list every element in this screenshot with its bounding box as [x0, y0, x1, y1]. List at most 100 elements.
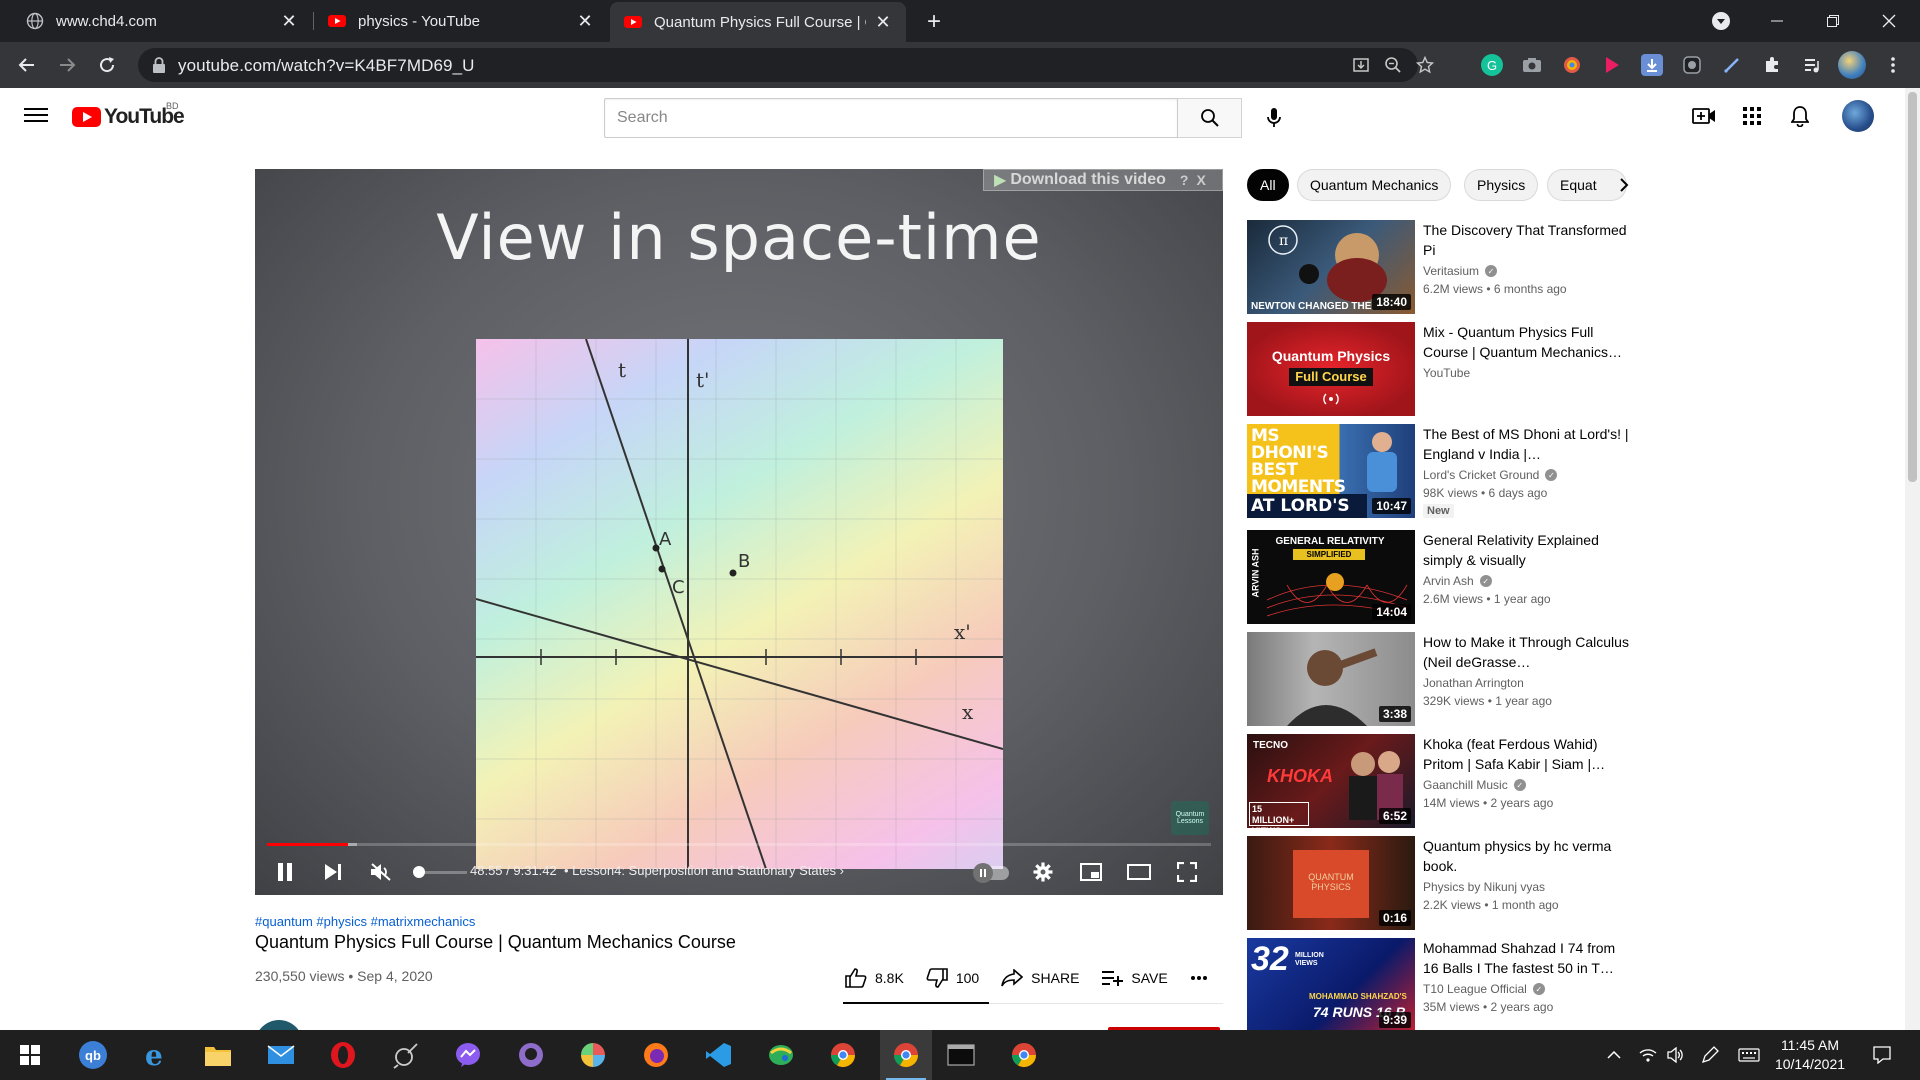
- tab-physics-youtube[interactable]: physics - YouTube ✕: [314, 0, 608, 42]
- reload-button[interactable]: [92, 50, 122, 80]
- chip-all[interactable]: All: [1247, 169, 1289, 201]
- recommendation-item[interactable]: QUANTUM PHYSICS 0:16 Quantum physics by …: [1247, 836, 1647, 930]
- save-button[interactable]: SAVE: [1101, 970, 1168, 986]
- taskbar-app-chrome-1[interactable]: [817, 1030, 869, 1080]
- recommendation-item[interactable]: TECNO KHOKA 15 MILLION+ VIEWS 6:52 Khoka…: [1247, 734, 1647, 828]
- search-input[interactable]: [605, 99, 1177, 137]
- channel-watermark[interactable]: Quantum Lessons: [1171, 801, 1209, 835]
- channel-name[interactable]: Physics by Nikunj vyas: [1423, 880, 1545, 894]
- close-window-button[interactable]: [1866, 0, 1912, 42]
- close-icon[interactable]: X: [1196, 172, 1205, 188]
- taskbar-app-chrome-2[interactable]: [880, 1030, 932, 1080]
- chip-physics[interactable]: Physics: [1464, 169, 1539, 201]
- mute-button[interactable]: [363, 849, 399, 895]
- forward-button[interactable]: [52, 50, 82, 80]
- hashtags[interactable]: #quantum #physics #matrixmechanics: [255, 914, 475, 929]
- tab-quantum-physics[interactable]: Quantum Physics Full Course | Qu ✕: [610, 2, 906, 42]
- autoplay-toggle[interactable]: [973, 863, 1009, 883]
- video-thumbnail[interactable]: Quantum Physics Full Course: [1247, 322, 1415, 416]
- profile-avatar[interactable]: [1838, 51, 1866, 79]
- extensions-puzzle-icon[interactable]: [1761, 54, 1783, 76]
- recommendation-item[interactable]: 32 MILLION VIEWS MOHAMMAD SHAHZAD'S 74 R…: [1247, 938, 1647, 1032]
- video-thumbnail[interactable]: π NEWTON CHANGED THE 18:40: [1247, 220, 1415, 314]
- channel-name[interactable]: Gaanchill Music ✓: [1423, 778, 1526, 792]
- video-title[interactable]: Khoka (feat Ferdous Wahid) Pritom | Safa…: [1423, 734, 1633, 774]
- volume-knob[interactable]: [413, 866, 425, 878]
- tab-search-button[interactable]: [1698, 0, 1744, 42]
- recommendation-item[interactable]: MS DHONI'S BEST MOMENTS AT LORD'S 10:47 …: [1247, 424, 1647, 518]
- taskbar-app-messenger[interactable]: [442, 1030, 494, 1080]
- next-button[interactable]: [315, 849, 351, 895]
- taskbar-app-opera[interactable]: [317, 1030, 369, 1080]
- channel-name[interactable]: Veritasium ✓: [1423, 264, 1498, 278]
- volume-icon[interactable]: [1662, 1030, 1690, 1080]
- video-title[interactable]: How to Make it Through Calculus (Neil de…: [1423, 632, 1633, 672]
- share-button[interactable]: SHARE: [1001, 969, 1079, 987]
- channel-name[interactable]: Jonathan Arrington: [1423, 676, 1524, 690]
- restore-button[interactable]: [1810, 0, 1856, 42]
- taskbar-app-github[interactable]: [505, 1030, 557, 1080]
- taskbar-app-qb[interactable]: qb: [67, 1030, 119, 1080]
- video-title[interactable]: The Best of MS Dhoni at Lord's! | Englan…: [1423, 424, 1633, 464]
- bookmark-star-icon[interactable]: [1414, 54, 1436, 76]
- like-button[interactable]: 8.8K: [845, 968, 904, 988]
- taskbar-app-satellite[interactable]: [380, 1030, 432, 1080]
- video-player[interactable]: View in space-time t t' A B C x' x ▶ Dow…: [255, 169, 1223, 895]
- miniplayer-button[interactable]: [1073, 849, 1109, 895]
- video-title[interactable]: Mix - Quantum Physics Full Course | Quan…: [1423, 322, 1633, 362]
- channel-name[interactable]: Arvin Ash ✓: [1423, 574, 1492, 588]
- close-tab-icon[interactable]: ✕: [576, 11, 594, 31]
- progress-bar[interactable]: [267, 843, 1211, 846]
- download-extension-icon[interactable]: [1641, 54, 1663, 76]
- taskbar-app-vscode[interactable]: [692, 1030, 744, 1080]
- show-hidden-icons[interactable]: [1600, 1030, 1628, 1080]
- page-scrollbar[interactable]: [1905, 88, 1920, 1030]
- video-title[interactable]: Mohammad Shahzad I 74 from 16 Balls I Th…: [1423, 938, 1633, 978]
- apps-button[interactable]: [1740, 104, 1764, 128]
- create-video-button[interactable]: [1692, 104, 1716, 128]
- channel-name[interactable]: Lord's Cricket Ground ✓: [1423, 468, 1558, 482]
- video-thumbnail[interactable]: 32 MILLION VIEWS MOHAMMAD SHAHZAD'S 74 R…: [1247, 938, 1415, 1032]
- chips-next-button[interactable]: [1612, 173, 1636, 197]
- notifications-button[interactable]: [1788, 104, 1812, 128]
- taskbar-app-globe[interactable]: [755, 1030, 807, 1080]
- taskbar-app-pinwheel[interactable]: [567, 1030, 619, 1080]
- video-title[interactable]: General Relativity Explained simply & vi…: [1423, 530, 1633, 570]
- channel-name[interactable]: T10 League Official ✓: [1423, 982, 1545, 996]
- camera-extension-icon[interactable]: [1521, 54, 1543, 76]
- grammarly-extension-icon[interactable]: G: [1481, 54, 1503, 76]
- network-icon[interactable]: [1634, 1030, 1662, 1080]
- tab-chd4[interactable]: www.chd4.com ✕: [12, 0, 312, 42]
- video-thumbnail[interactable]: TECNO KHOKA 15 MILLION+ VIEWS 6:52: [1247, 734, 1415, 828]
- close-tab-icon[interactable]: ✕: [874, 12, 892, 32]
- download-video-banner[interactable]: ▶ Download this video ? X: [983, 169, 1223, 191]
- scrollbar-thumb[interactable]: [1908, 92, 1917, 482]
- taskbar-clock[interactable]: 11:45 AM 10/14/2021: [1770, 1036, 1850, 1074]
- youtube-logo[interactable]: YouTube BD: [72, 101, 185, 129]
- zoom-icon[interactable]: [1382, 54, 1404, 76]
- theater-mode-button[interactable]: [1121, 849, 1157, 895]
- dark-extension-icon[interactable]: [1681, 54, 1703, 76]
- recommendation-item[interactable]: Quantum Physics Full Course Mix - Quantu…: [1247, 322, 1647, 416]
- chip-quantum-mechanics[interactable]: Quantum Mechanics: [1297, 169, 1452, 201]
- pen-extension-icon[interactable]: [1721, 54, 1743, 76]
- action-center-button[interactable]: [1864, 1030, 1900, 1080]
- back-button[interactable]: [12, 50, 42, 80]
- minimize-button[interactable]: [1754, 0, 1800, 42]
- account-avatar[interactable]: [1842, 100, 1874, 132]
- video-thumbnail[interactable]: QUANTUM PHYSICS 0:16: [1247, 836, 1415, 930]
- address-bar[interactable]: youtube.com/watch?v=K4BF7MD69_U: [138, 48, 1434, 82]
- voice-search-button[interactable]: [1254, 98, 1294, 138]
- colorful-extension-icon[interactable]: [1561, 54, 1583, 76]
- more-actions-button[interactable]: [1190, 975, 1216, 981]
- new-tab-button[interactable]: +: [920, 8, 948, 36]
- taskbar-app-firefox[interactable]: [630, 1030, 682, 1080]
- taskbar-app-mail[interactable]: [255, 1030, 307, 1080]
- recommendation-item[interactable]: π NEWTON CHANGED THE 18:40 The Discovery…: [1247, 220, 1647, 314]
- video-thumbnail[interactable]: 3:38: [1247, 632, 1415, 726]
- media-control-icon[interactable]: [1801, 54, 1823, 76]
- recommendation-item[interactable]: GENERAL RELATIVITY SIMPLIFIED ARVIN ASH …: [1247, 530, 1647, 624]
- chapter-title[interactable]: • Lesson4: Superposition and Stationary …: [564, 863, 844, 878]
- taskbar-app-chrome-3[interactable]: [998, 1030, 1050, 1080]
- video-thumbnail[interactable]: MS DHONI'S BEST MOMENTS AT LORD'S 10:47: [1247, 424, 1415, 518]
